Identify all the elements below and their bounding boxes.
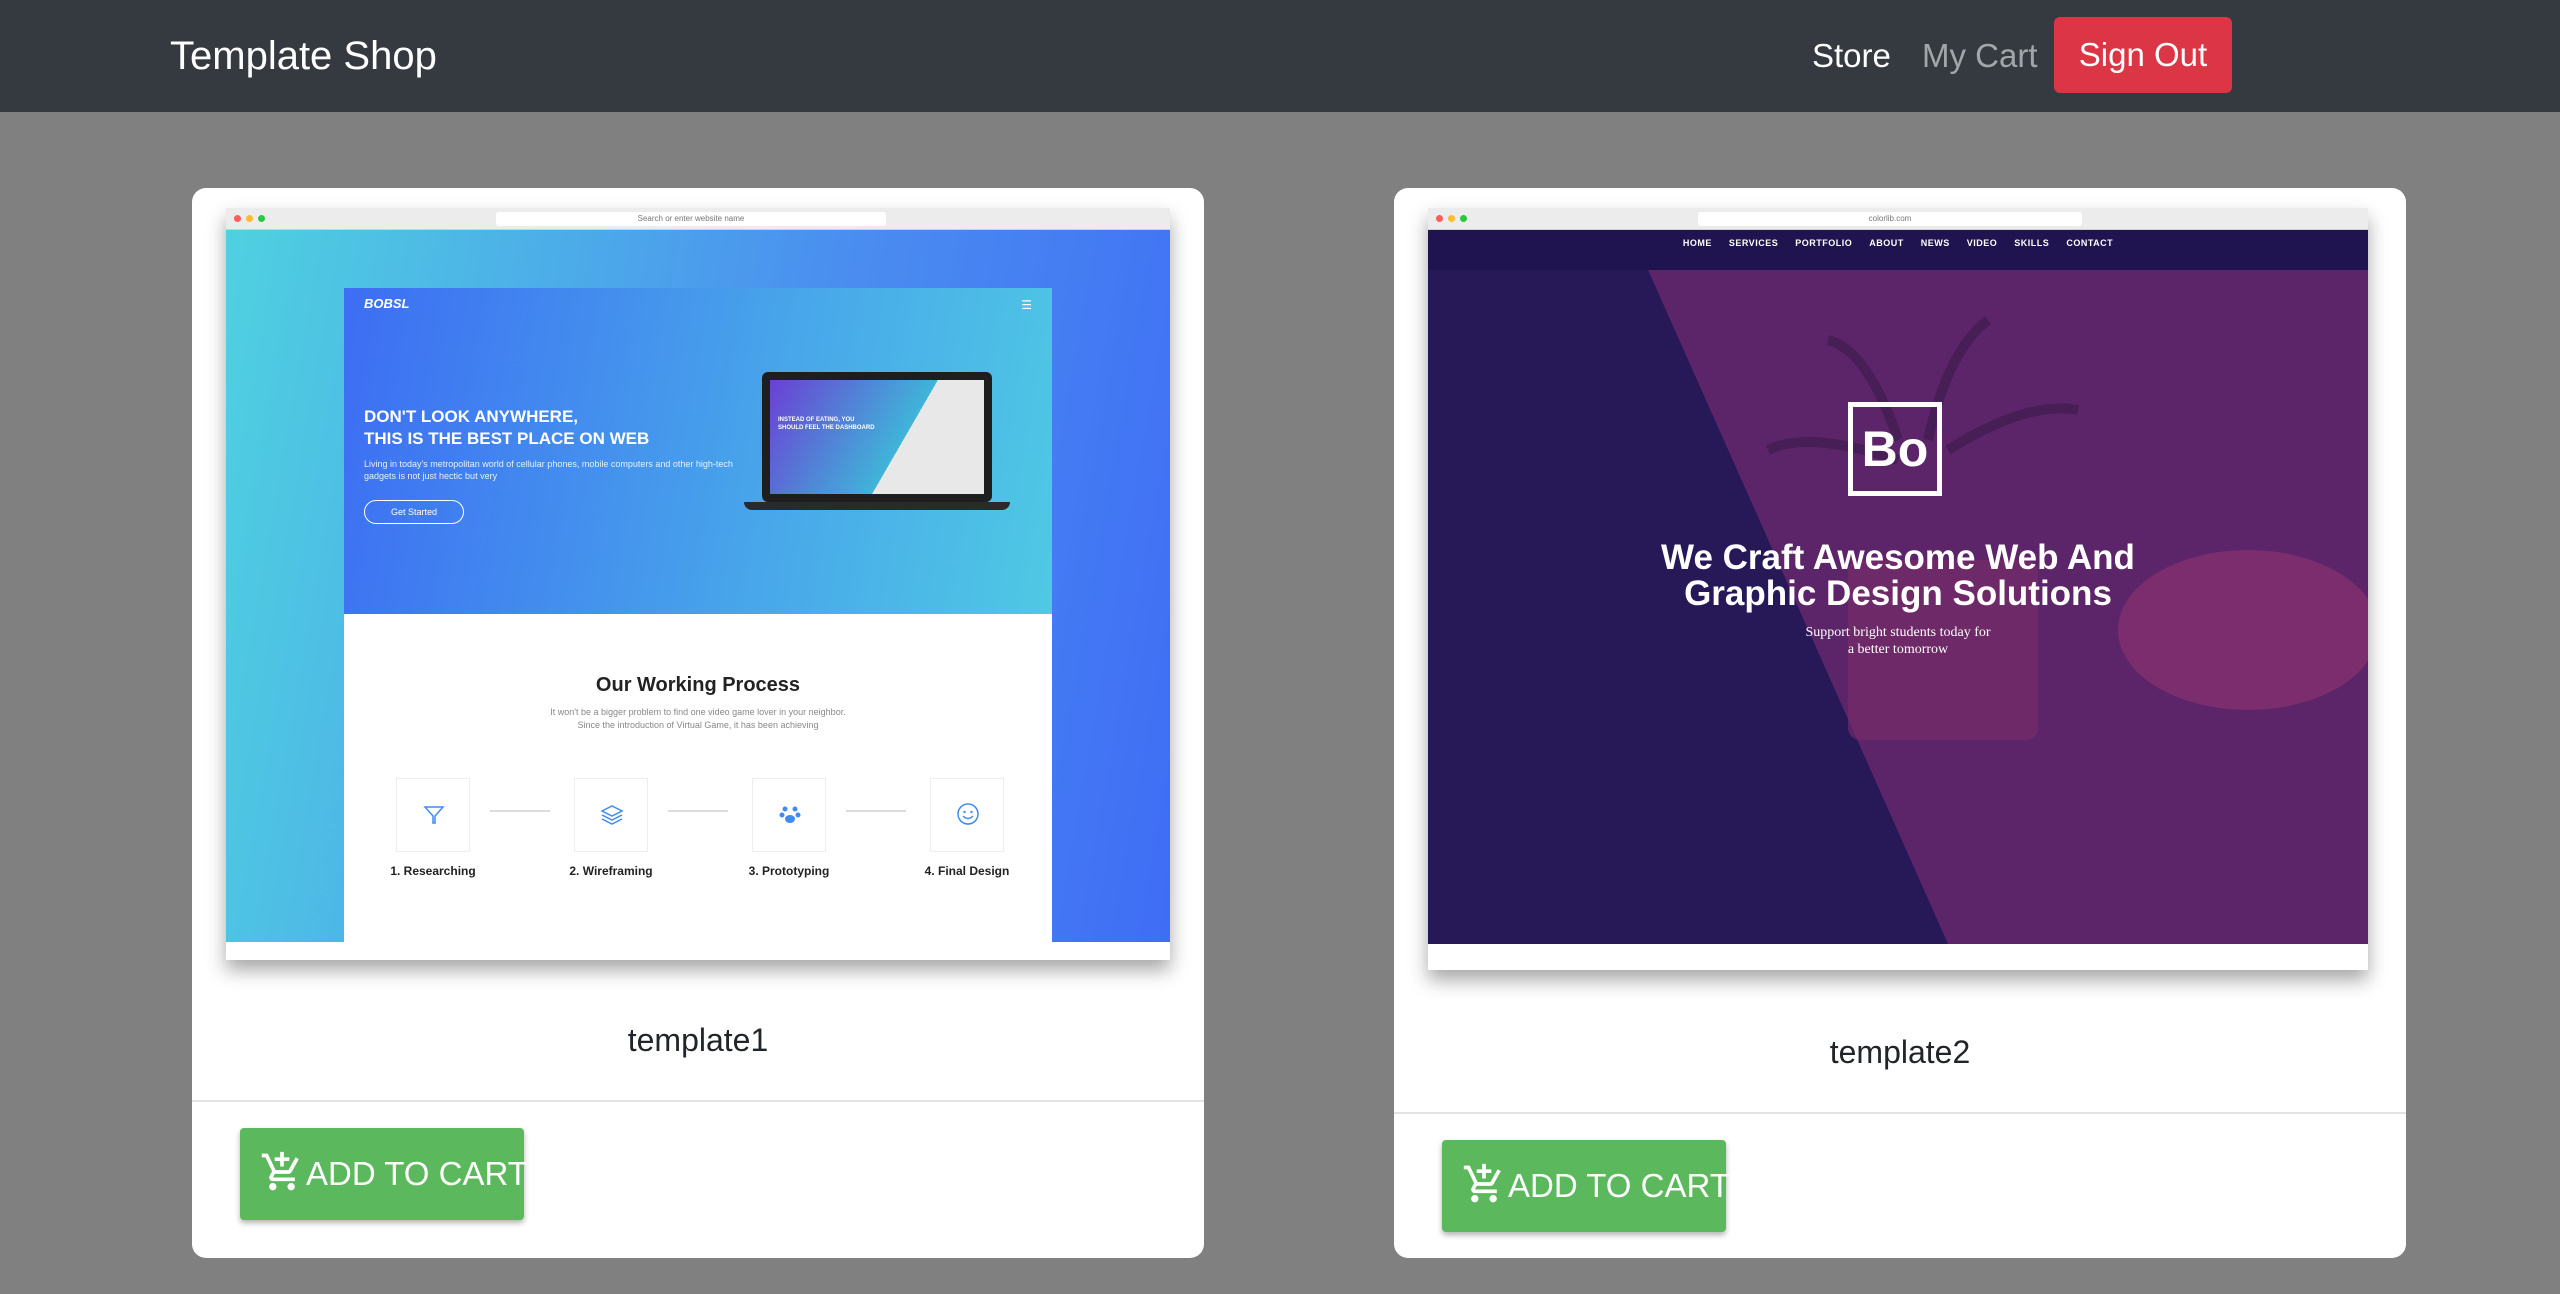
product-card-template1: Search or enter website name BOBSL ☰ DON… bbox=[192, 188, 1204, 1258]
nav-store-link[interactable]: Store bbox=[1812, 34, 1891, 78]
preview-hero: HOME SERVICES PORTFOLIO ABOUT NEWS VIDEO… bbox=[1428, 230, 2368, 944]
preview-nav-about: ABOUT bbox=[1869, 238, 1904, 248]
step-box-final-design bbox=[930, 778, 1004, 852]
close-dot-icon bbox=[234, 215, 241, 222]
preview-subtext: Support bright students today for a bett… bbox=[1428, 624, 2368, 658]
navbar: Template Shop Store My Cart Sign Out bbox=[0, 0, 2560, 112]
preview-headline-line2: Graphic Design Solutions bbox=[1684, 574, 2112, 613]
preview-headline-line1: We Craft Awesome Web And bbox=[1661, 538, 2135, 577]
arrow-divider bbox=[846, 810, 906, 812]
preview-nav-video: VIDEO bbox=[1966, 238, 1998, 248]
laptop-screen: INSTEAD OF EATING, YOU SHOULD FEEL THE D… bbox=[770, 380, 984, 494]
minimize-dot-icon bbox=[1448, 215, 1455, 222]
preview-hero: BOBSL ☰ DON'T LOOK ANYWHERE, THIS IS THE… bbox=[344, 288, 1052, 614]
browser-toolbar: colorlib.com bbox=[1428, 208, 2368, 230]
arrow-divider bbox=[668, 810, 728, 812]
laptop-screen-text: INSTEAD OF EATING, YOU SHOULD FEEL THE D… bbox=[778, 417, 875, 431]
browser-toolbar: Search or enter website name bbox=[226, 208, 1170, 230]
product-title: template2 bbox=[1829, 1034, 1971, 1070]
preview-nav: HOME SERVICES PORTFOLIO ABOUT NEWS VIDEO… bbox=[1428, 238, 2368, 248]
card-footer: ADD TO CART bbox=[1394, 1112, 2406, 1258]
preview-nav-news: NEWS bbox=[1920, 238, 1950, 248]
add-to-cart-label: ADD TO CART bbox=[1508, 1167, 1730, 1204]
maximize-dot-icon bbox=[258, 215, 265, 222]
preview-nav-home: HOME bbox=[1682, 238, 1712, 248]
add-to-cart-button[interactable]: ADD TO CART bbox=[1442, 1140, 1730, 1232]
maximize-dot-icon bbox=[1460, 215, 1467, 222]
preview-headline-line2: THIS IS THE BEST PLACE ON WEB bbox=[364, 429, 650, 448]
card-footer: ADD TO CART bbox=[192, 1100, 1204, 1258]
layers-icon bbox=[600, 805, 624, 825]
sign-out-button[interactable]: Sign Out bbox=[2054, 17, 2232, 93]
preview-subtext-line2: a better tomorrow bbox=[1847, 642, 1949, 657]
smiley-icon bbox=[957, 803, 979, 825]
brand-title[interactable]: Template Shop bbox=[170, 30, 437, 82]
preview-section-text: It won't be a bigger problem to find one… bbox=[524, 706, 872, 732]
preview-nav-contact: CONTACT bbox=[2066, 238, 2114, 248]
preview-headline: DON'T LOOK ANYWHERE, THIS IS THE BEST PL… bbox=[364, 406, 684, 450]
preview-nav-portfolio: PORTFOLIO bbox=[1795, 238, 1853, 248]
step-box-prototyping bbox=[752, 778, 826, 852]
step-label-researching: 1. Researching bbox=[390, 864, 476, 878]
preview-subtext-line1: Support bright students today for bbox=[1805, 625, 1991, 640]
preview-page: BOBSL ☰ DON'T LOOK ANYWHERE, THIS IS THE… bbox=[344, 288, 1052, 942]
close-dot-icon bbox=[1436, 215, 1443, 222]
section-text-line2: Since the introduction of Virtual Game, … bbox=[577, 720, 819, 730]
product-card-template2: colorlib.com HOME SERVICES PORTFOLIO ABO… bbox=[1394, 188, 2406, 1258]
preview-nav-services: SERVICES bbox=[1728, 238, 1779, 248]
template1-preview-image[interactable]: Search or enter website name BOBSL ☰ DON… bbox=[226, 208, 1170, 960]
preview-logo: BOBSL bbox=[364, 296, 410, 311]
step-label-final-design: 4. Final Design bbox=[924, 864, 1010, 878]
step-box-wireframing bbox=[574, 778, 648, 852]
arrow-divider bbox=[490, 810, 550, 812]
section-text-line1: It won't be a bigger problem to find one… bbox=[550, 707, 846, 717]
url-bar: colorlib.com bbox=[1698, 212, 2082, 226]
preview-logo: Bo bbox=[1848, 402, 1942, 496]
preview-section-title: Our Working Process bbox=[595, 674, 801, 696]
step-box-researching bbox=[396, 778, 470, 852]
hamburger-icon: ☰ bbox=[1021, 298, 1032, 312]
add-shopping-cart-icon bbox=[1463, 1163, 1501, 1203]
preview-headline-line1: DON'T LOOK ANYWHERE, bbox=[364, 407, 579, 426]
preview-subtext: Living in today's metropolitan world of … bbox=[364, 459, 733, 481]
add-to-cart-label: ADD TO CART bbox=[306, 1155, 528, 1192]
nav-my-cart-link[interactable]: My Cart bbox=[1922, 34, 2038, 78]
preview-process-section: Our Working Process It won't be a bigger… bbox=[344, 614, 1052, 942]
funnel-icon bbox=[423, 806, 445, 824]
step-label-wireframing: 2. Wireframing bbox=[569, 864, 653, 878]
laptop-base bbox=[744, 502, 1010, 510]
preview-headline: We Craft Awesome Web And Graphic Design … bbox=[1428, 540, 2368, 612]
preview-cta-button: Get Started bbox=[364, 500, 464, 524]
paw-icon bbox=[779, 806, 801, 823]
add-to-cart-button[interactable]: ADD TO CART bbox=[240, 1128, 528, 1220]
laptop-image: INSTEAD OF EATING, YOU SHOULD FEEL THE D… bbox=[762, 372, 992, 502]
template2-preview-image[interactable]: colorlib.com HOME SERVICES PORTFOLIO ABO… bbox=[1428, 208, 2368, 970]
minimize-dot-icon bbox=[246, 215, 253, 222]
add-shopping-cart-icon bbox=[261, 1151, 299, 1191]
url-bar: Search or enter website name bbox=[496, 212, 886, 226]
preview-nav-skills: SKILLS bbox=[2014, 238, 2050, 248]
product-title: template1 bbox=[627, 1022, 769, 1058]
step-label-prototyping: 3. Prototyping bbox=[748, 864, 830, 878]
